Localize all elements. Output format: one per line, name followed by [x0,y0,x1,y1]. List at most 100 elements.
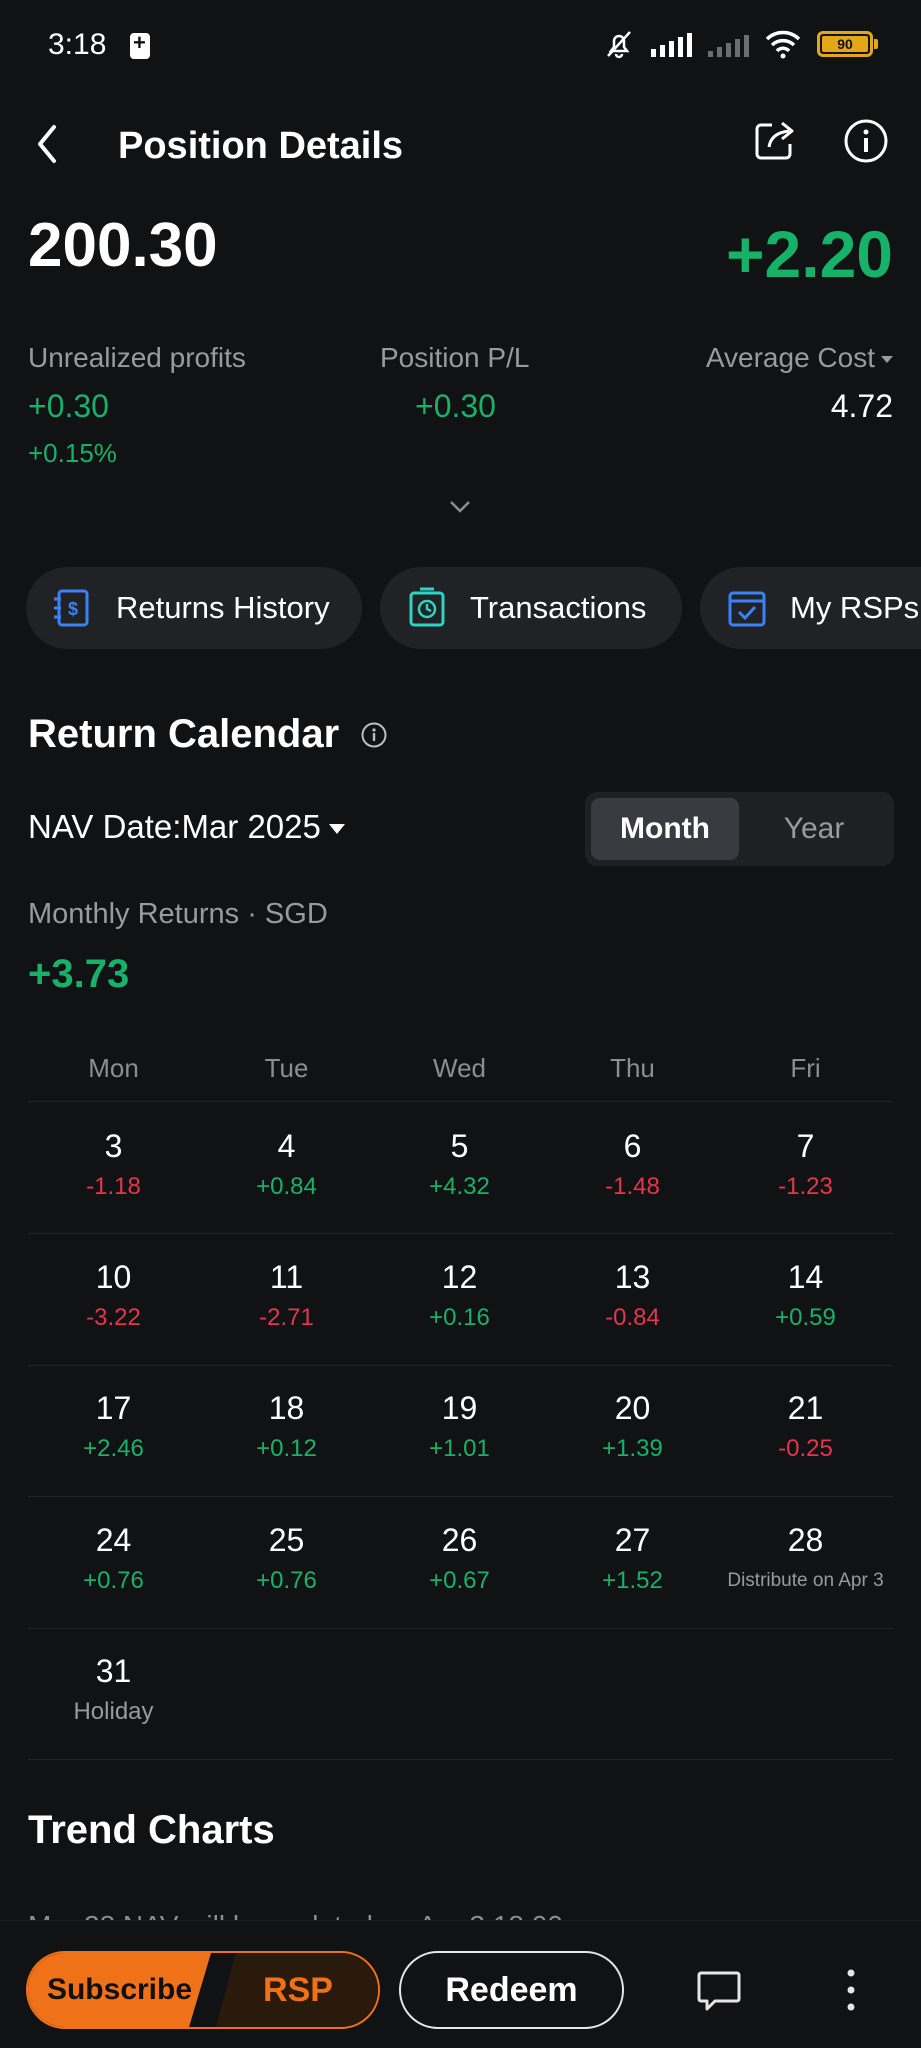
calendar-check-icon [728,591,766,627]
day-number: 17 [95,1390,132,1426]
day-number: 13 [614,1259,651,1295]
calendar-day[interactable]: 4 +0.84 [200,1126,373,1202]
calendar-day[interactable]: 20 +1.39 [546,1388,719,1464]
year-toggle-button[interactable]: Year [740,798,888,860]
day-holiday-label: Holiday [73,1698,154,1725]
day-return: -1.23 [778,1173,833,1200]
day-number: 3 [104,1128,123,1164]
day-number: 28 [787,1522,824,1558]
transactions-label: Transactions [470,590,647,625]
day-return: +0.76 [83,1567,144,1594]
divider [28,1759,893,1760]
day-number: 7 [796,1128,815,1164]
day-return: +0.12 [256,1435,317,1462]
my-rsps-button[interactable]: My RSPs [700,567,921,649]
average-cost-label: Average Cost [705,342,875,373]
position-pl-value: +0.30 [415,388,496,424]
day-distribution-note: Distribute on Apr 3 [727,1570,884,1591]
svg-text:$: $ [68,599,78,619]
rsp-button[interactable]: RSP [216,1953,378,2027]
bell-off-icon [607,31,631,59]
chat-icon[interactable] [696,1967,742,2013]
calendar-day[interactable]: 18 +0.12 [200,1388,373,1464]
bottom-action-bar: Subscribe RSP Redeem [0,1920,921,2048]
day-return: -0.25 [778,1435,833,1462]
weekday-tue: Tue [264,1053,309,1083]
day-number: 10 [95,1259,132,1295]
day-return: -3.22 [86,1304,141,1331]
day-number: 14 [787,1259,824,1295]
redeem-button[interactable]: Redeem [399,1951,624,2029]
day-number: 21 [787,1390,824,1426]
unrealized-profits-value: +0.30 [28,388,109,424]
battery-icon: 90 [817,31,878,57]
calendar-day[interactable]: 19 +1.01 [373,1388,546,1464]
period-toggle: Month Year [585,792,894,866]
day-return: -2.71 [259,1304,314,1331]
calendar-day[interactable]: 5 +4.32 [373,1126,546,1202]
status-icons: 90 [603,28,878,60]
position-change: +2.20 [726,217,893,291]
calendar-day[interactable]: 10 -3.22 [27,1257,200,1333]
calendar-day[interactable]: 28 Distribute on Apr 3 [706,1520,905,1596]
day-return: +0.16 [429,1304,490,1331]
calendar-day[interactable]: 7 -1.23 [719,1126,892,1202]
calendar-day[interactable]: 3 -1.18 [27,1126,200,1202]
nav-date-label: NAV Date:Mar 2025 [28,808,321,845]
status-time: 3:18 [48,28,107,61]
more-vertical-icon[interactable] [843,1965,859,2015]
calendar-day[interactable]: 17 +2.46 [27,1388,200,1464]
calendar-day[interactable]: 12 +0.16 [373,1257,546,1333]
day-return: -0.84 [605,1304,660,1331]
calendar-day[interactable]: 11 -2.71 [200,1257,373,1333]
info-icon[interactable] [360,721,388,749]
day-number: 24 [95,1522,132,1558]
share-icon[interactable] [752,117,798,163]
day-number: 5 [450,1128,469,1164]
wifi-icon [765,30,801,59]
day-return: +1.01 [429,1435,490,1462]
day-number: 12 [441,1259,478,1295]
calendar-day[interactable]: 21 -0.25 [719,1388,892,1464]
day-return: +1.39 [602,1435,663,1462]
calendar-day[interactable]: 6 -1.48 [546,1126,719,1202]
subscribe-button[interactable]: Subscribe [28,1953,211,2027]
day-number: 26 [441,1522,478,1558]
signal-icon [651,31,692,57]
day-return: +0.76 [256,1567,317,1594]
chevron-left-icon[interactable] [28,119,72,169]
caret-down-icon [328,824,345,835]
info-icon[interactable] [842,117,890,165]
page-title: Position Details [118,125,404,167]
day-return: +0.84 [256,1173,317,1200]
divider [28,1628,893,1629]
day-number: 6 [623,1128,642,1164]
month-toggle-button[interactable]: Month [591,798,739,860]
trend-charts-title: Trend Charts [28,1808,275,1852]
calendar-day[interactable]: 25 +0.76 [200,1520,373,1596]
chevron-down-icon[interactable] [449,500,471,514]
calendar-day[interactable]: 14 +0.59 [719,1257,892,1333]
day-number: 4 [277,1128,296,1164]
day-number: 27 [614,1522,651,1558]
status-bar: 3:18 90 [0,0,921,90]
calendar-day[interactable]: 26 +0.67 [373,1520,546,1596]
position-amount: 200.30 [28,211,218,280]
transactions-button[interactable]: Transactions [380,567,682,649]
average-cost-dropdown[interactable]: Average Cost [706,342,893,374]
day-number: 18 [268,1390,305,1426]
monthly-returns-value: +3.73 [28,952,130,996]
nav-date-selector[interactable]: NAV Date:Mar 2025 [28,808,345,846]
calendar-day[interactable]: 31 Holiday [27,1651,200,1727]
return-calendar-title: Return Calendar [28,712,340,756]
day-number: 31 [95,1653,132,1689]
day-number: 20 [614,1390,651,1426]
calendar-day[interactable]: 27 +1.52 [546,1520,719,1596]
day-return: -1.18 [86,1173,141,1200]
calendar-day[interactable]: 13 -0.84 [546,1257,719,1333]
weekday-thu: Thu [610,1053,655,1083]
returns-history-button[interactable]: $ Returns History [26,567,362,649]
weekday-mon: Mon [88,1053,139,1083]
calendar-day[interactable]: 24 +0.76 [27,1520,200,1596]
battery-level: 90 [822,36,868,52]
